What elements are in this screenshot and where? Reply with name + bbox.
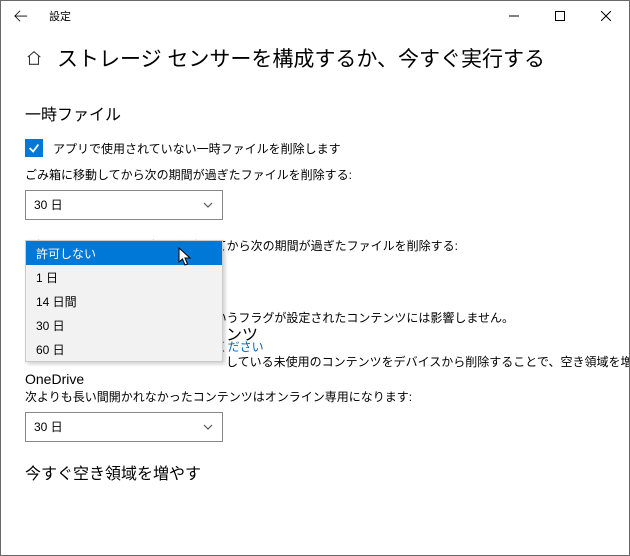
- dropdown-option[interactable]: 30 日: [26, 313, 222, 337]
- home-icon[interactable]: [25, 49, 43, 67]
- page-header: ストレージ センサーを構成するか、今すぐ実行する: [25, 43, 605, 73]
- recycle-bin-value: 30 日: [34, 196, 202, 213]
- section-free-now-heading: 今すぐ空き領域を増やす: [25, 460, 605, 484]
- titlebar: 設定: [1, 1, 629, 31]
- checkbox-delete-temp-box[interactable]: [25, 139, 43, 157]
- checkbox-delete-temp-label: アプリで使用されていない一時ファイルを削除します: [53, 140, 341, 157]
- dropdown-option[interactable]: 許可しない: [26, 241, 222, 265]
- cloud-body-partial: している未使用のコンテンツをデバイスから削除することで、空き領域を増やすことがで…: [226, 353, 605, 372]
- back-button[interactable]: [7, 1, 35, 31]
- downloads-dropdown[interactable]: 許可しない1 日14 日間30 日60 日: [25, 240, 223, 362]
- onedrive-value: 30 日: [34, 418, 202, 435]
- onedrive-label: 次よりも長い間開かれなかったコンテンツはオンライン専用になります:: [25, 389, 605, 406]
- chevron-down-icon: [202, 202, 214, 208]
- section-temp-files-heading: 一時ファイル: [25, 101, 605, 125]
- onedrive-combo[interactable]: 30 日: [25, 412, 223, 442]
- arrow-left-icon: [14, 9, 28, 23]
- window-title: 設定: [49, 8, 71, 24]
- chevron-down-icon: [202, 424, 214, 430]
- maximize-button[interactable]: [537, 1, 583, 31]
- maximize-icon: [555, 11, 565, 21]
- checkmark-icon: [27, 141, 41, 155]
- close-icon: [601, 11, 611, 21]
- minimize-button[interactable]: [491, 1, 537, 31]
- page-title: ストレージ センサーを構成するか、今すぐ実行する: [57, 43, 545, 73]
- close-button[interactable]: [583, 1, 629, 31]
- recycle-bin-label: ごみ箱に移動してから次の期間が過ぎたファイルを削除する:: [25, 167, 605, 184]
- minimize-icon: [509, 11, 519, 21]
- settings-window: 設定 ストレージ センサーを構成するか、今すぐ実行する 一時ファイル アプリで使…: [0, 0, 630, 556]
- checkbox-delete-temp[interactable]: アプリで使用されていない一時ファイルを削除します: [25, 139, 605, 157]
- dropdown-option[interactable]: 60 日: [26, 337, 222, 361]
- recycle-bin-combo[interactable]: 30 日: [25, 190, 223, 220]
- cloud-section: ンツ している未使用のコンテンツをデバイスから削除することで、空き領域を増やすこ…: [226, 321, 605, 376]
- cloud-heading-partial: ンツ: [226, 321, 605, 345]
- dropdown-option[interactable]: 14 日間: [26, 289, 222, 313]
- dropdown-option[interactable]: 1 日: [26, 265, 222, 289]
